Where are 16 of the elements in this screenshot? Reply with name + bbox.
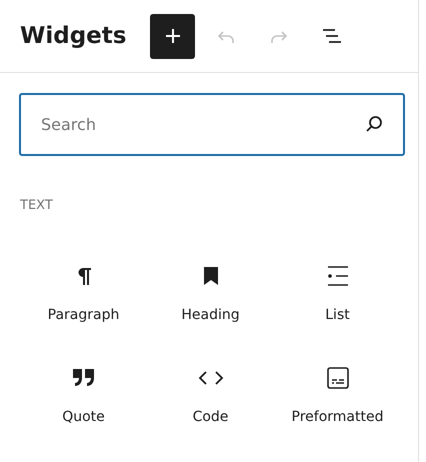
search-field[interactable]: Search bbox=[19, 93, 405, 156]
list-icon bbox=[326, 266, 348, 286]
bookmark-icon bbox=[204, 267, 218, 285]
quote-icon bbox=[72, 369, 94, 387]
block-item[interactable]: Quote bbox=[20, 367, 147, 425]
block-item[interactable]: List bbox=[274, 265, 401, 323]
block-item[interactable]: Paragraph bbox=[20, 265, 147, 323]
category-heading: TEXT bbox=[20, 198, 53, 213]
block-item[interactable]: Heading bbox=[147, 265, 274, 323]
code-icon bbox=[198, 370, 224, 386]
block-item[interactable]: Code bbox=[147, 367, 274, 425]
page-title: Widgets bbox=[20, 23, 126, 49]
search-icon bbox=[365, 115, 383, 133]
add-block-button[interactable] bbox=[150, 14, 196, 58]
preformatted-icon bbox=[326, 367, 348, 389]
block-item[interactable]: Preformatted bbox=[274, 367, 401, 425]
